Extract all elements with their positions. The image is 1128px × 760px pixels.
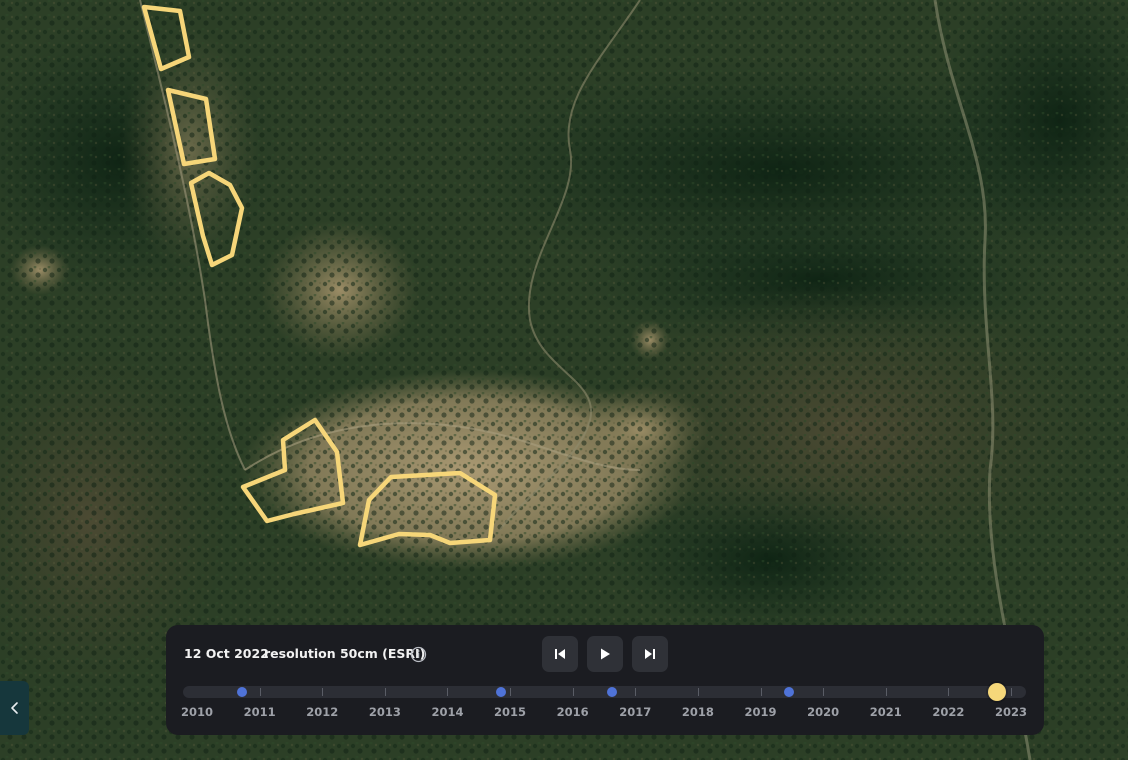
timeline-tick — [384, 688, 386, 696]
timeline-tick — [697, 688, 699, 696]
timeline-handle[interactable] — [988, 683, 1007, 701]
previous-date-button[interactable] — [542, 636, 578, 672]
next-date-button[interactable] — [632, 636, 668, 672]
current-date-label: 12 Oct 2022 — [184, 646, 269, 661]
timeline-tick — [760, 688, 762, 696]
year-label[interactable]: 2023 — [995, 705, 1027, 719]
collapse-sidebar-button[interactable] — [0, 681, 29, 735]
year-label[interactable]: 2015 — [494, 705, 526, 719]
snapshot-marker[interactable] — [783, 687, 794, 697]
skip-next-icon — [645, 649, 655, 659]
year-label[interactable]: 2016 — [557, 705, 589, 719]
chevron-left-icon — [10, 702, 18, 714]
play-icon — [601, 648, 610, 660]
timeline-track[interactable] — [183, 683, 1026, 701]
timeline-tick — [885, 688, 887, 696]
year-label[interactable]: 2022 — [932, 705, 964, 719]
year-label[interactable]: 2020 — [807, 705, 839, 719]
year-label[interactable]: 2018 — [682, 705, 714, 719]
year-label[interactable]: 2011 — [244, 705, 276, 719]
resolution-label: resolution 50cm (ESRI) — [264, 646, 426, 661]
timeline-tick — [823, 688, 825, 696]
timeline-tick — [635, 688, 637, 696]
timeline-panel: 12 Oct 2022 resolution 50cm (ESRI) 2010 2… — [166, 625, 1044, 735]
snapshot-marker[interactable] — [606, 687, 617, 697]
year-label[interactable]: 2019 — [745, 705, 777, 719]
timeline-tick — [259, 688, 261, 696]
play-button[interactable] — [587, 636, 623, 672]
year-label[interactable]: 2014 — [431, 705, 463, 719]
year-label[interactable]: 2021 — [870, 705, 902, 719]
snapshot-marker[interactable] — [237, 687, 248, 697]
timeline-tick — [948, 688, 950, 696]
skip-previous-icon — [555, 649, 565, 659]
snapshot-marker[interactable] — [495, 687, 506, 697]
year-label[interactable]: 2012 — [306, 705, 338, 719]
info-icon[interactable] — [410, 646, 427, 663]
year-label[interactable]: 2017 — [619, 705, 651, 719]
timeline-tick — [447, 688, 449, 696]
year-label[interactable]: 2013 — [369, 705, 401, 719]
timeline-tick — [572, 688, 574, 696]
year-label[interactable]: 2010 — [181, 705, 213, 719]
timeline-tick — [322, 688, 324, 696]
timeline-tick — [1011, 688, 1012, 696]
timeline-tick — [510, 688, 512, 696]
